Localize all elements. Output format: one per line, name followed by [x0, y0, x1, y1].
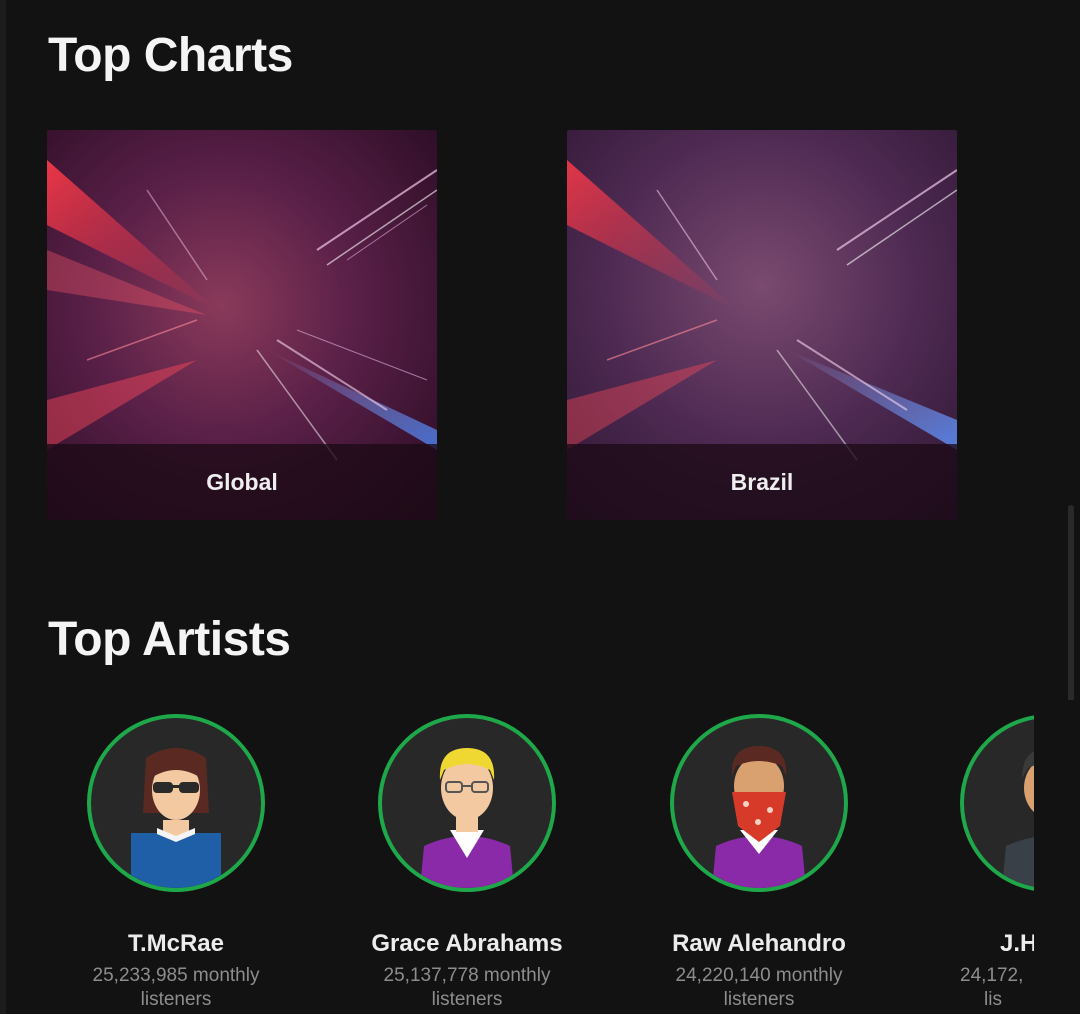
chart-card-brazil[interactable]: Brazil [567, 130, 957, 520]
artist-listeners: 24,172, lis [960, 964, 1040, 1012]
top-charts-heading: Top Charts [48, 29, 293, 82]
avatar [87, 714, 265, 892]
avatar [670, 714, 848, 892]
chart-label-bar: Brazil [567, 444, 957, 520]
chart-card-global[interactable]: Global [47, 130, 437, 520]
avatar [378, 714, 556, 892]
avatar-suit-icon [1002, 749, 1040, 888]
artist-name: T.McRae [127, 930, 225, 957]
artist-listeners: 25,137,778 monthly listeners [383, 965, 551, 1010]
chart-label: Brazil [730, 468, 794, 495]
artist-card[interactable]: Grace Abrahams 25,137,778 monthly listen… [347, 714, 587, 1012]
artist-listeners-tail: lis [984, 989, 1002, 1010]
avatar-blonde-icon [420, 748, 514, 888]
avatar-bandana-icon [712, 746, 806, 888]
left-edge [0, 0, 6, 1014]
artist-name: Raw Alehandro [672, 930, 846, 957]
artist-listeners: 24,220,140 monthly listeners [675, 965, 843, 1010]
avatar-sunglasses-icon [131, 748, 221, 888]
avatar [960, 714, 1040, 892]
artist-name: Grace Abrahams [371, 930, 563, 957]
top-artists-heading: Top Artists [48, 613, 291, 666]
artist-card[interactable]: J.H 24,172, lis [930, 714, 1040, 1012]
chart-label: Global [206, 468, 278, 495]
artist-listeners: 25,233,985 monthly listeners [92, 965, 260, 1010]
artist-card[interactable]: Raw Alehandro 24,220,140 monthly listene… [639, 714, 879, 1012]
chart-label-bar: Global [47, 444, 437, 520]
viewport-edge [1034, 700, 1080, 1014]
artist-card[interactable]: T.McRae 25,233,985 monthly listeners [56, 714, 296, 1012]
artist-listeners-count: 24,172, [960, 965, 1024, 986]
